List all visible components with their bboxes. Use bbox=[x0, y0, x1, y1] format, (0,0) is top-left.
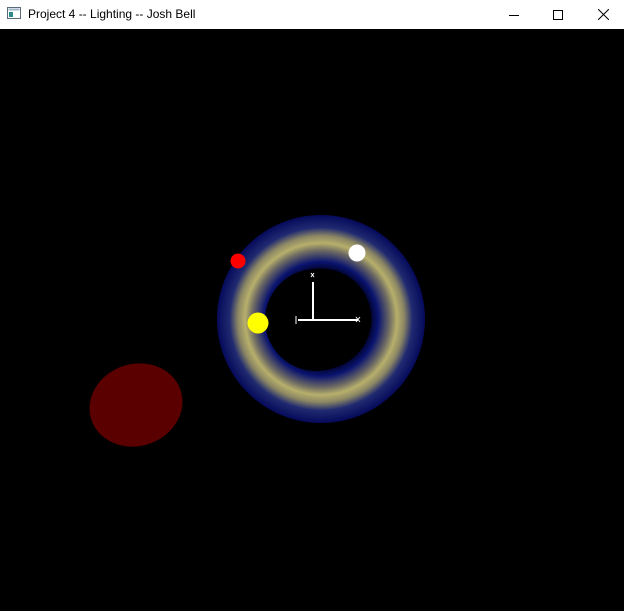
yellow-light bbox=[247, 312, 269, 334]
window-title: Project 4 -- Lighting -- Josh Bell bbox=[28, 7, 196, 21]
app-window-icon bbox=[7, 7, 21, 19]
maximize-button[interactable] bbox=[535, 0, 581, 29]
title-bar[interactable]: Project 4 -- Lighting -- Josh Bell bbox=[0, 0, 624, 29]
close-icon bbox=[597, 9, 609, 20]
close-button[interactable] bbox=[580, 0, 624, 29]
minimize-button[interactable] bbox=[491, 0, 537, 29]
scene-svg bbox=[89, 215, 425, 447]
minimize-icon bbox=[509, 14, 519, 16]
red-light bbox=[230, 253, 246, 269]
application-window: Project 4 -- Lighting -- Josh Bell bbox=[0, 0, 624, 611]
render-canvas[interactable] bbox=[0, 29, 624, 611]
red-ellipsoid bbox=[89, 363, 183, 447]
maximize-icon bbox=[553, 9, 563, 20]
white-light bbox=[348, 244, 366, 262]
